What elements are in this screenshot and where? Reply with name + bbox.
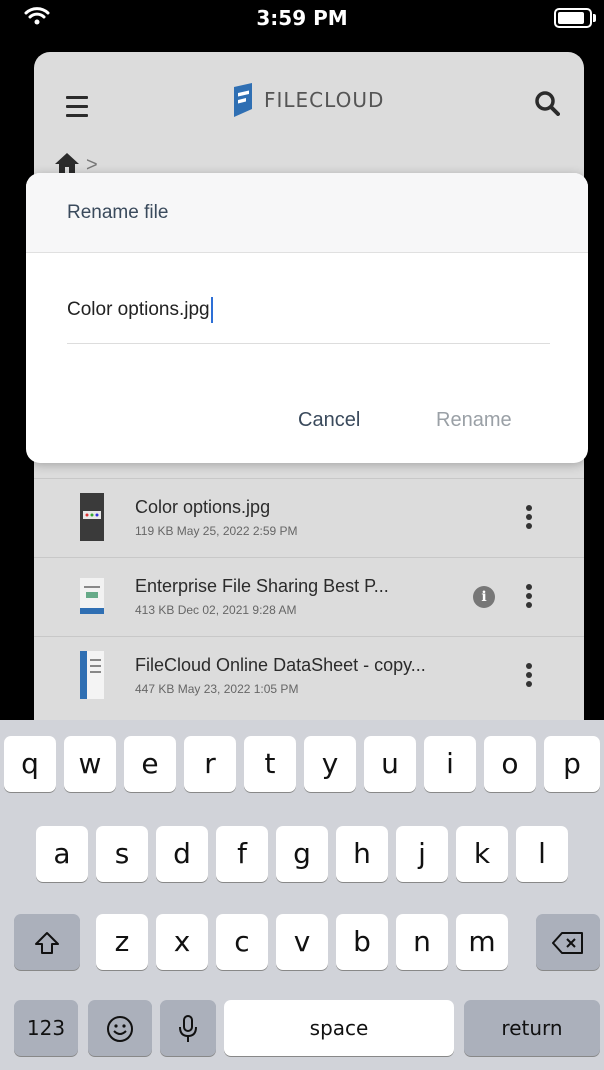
key-x[interactable]: x xyxy=(156,914,208,970)
space-key[interactable]: space xyxy=(224,1000,454,1056)
file-thumbnail xyxy=(80,651,104,699)
key-v[interactable]: v xyxy=(276,914,328,970)
key-s[interactable]: s xyxy=(96,826,148,882)
numbers-key[interactable]: 123 xyxy=(14,1000,78,1056)
file-name: FileCloud Online DataSheet - copy... xyxy=(135,655,426,675)
more-options-icon[interactable] xyxy=(526,505,534,532)
list-item[interactable]: Enterprise File Sharing Best P... 413 KB… xyxy=(34,557,584,636)
emoji-icon xyxy=(107,1016,133,1042)
return-key[interactable]: return xyxy=(464,1000,600,1056)
dialog-title: Rename file xyxy=(67,202,169,223)
file-name: Enterprise File Sharing Best P... xyxy=(135,576,389,596)
status-bar: 3:59 PM xyxy=(0,0,604,44)
shift-key[interactable] xyxy=(14,914,80,970)
key-y[interactable]: y xyxy=(304,736,356,792)
key-z[interactable]: z xyxy=(96,914,148,970)
text-caret xyxy=(210,297,213,323)
search-icon[interactable] xyxy=(534,90,560,121)
logo-text: FILECLOUD xyxy=(264,88,385,112)
menu-icon[interactable] xyxy=(66,96,88,123)
key-j[interactable]: j xyxy=(396,826,448,882)
emoji-key[interactable] xyxy=(88,1000,152,1056)
file-meta: 447 KB May 23, 2022 1:05 PM xyxy=(135,682,299,696)
key-g[interactable]: g xyxy=(276,826,328,882)
status-time: 3:59 PM xyxy=(256,6,348,30)
filename-input[interactable]: Color options.jpg xyxy=(67,297,550,344)
file-thumbnail xyxy=(80,572,104,620)
key-p[interactable]: p xyxy=(544,736,600,792)
filecloud-logo: FILECLOUD xyxy=(228,83,384,117)
list-item[interactable]: FileCloud Online DataSheet - copy... 447… xyxy=(34,636,584,715)
file-thumbnail xyxy=(80,493,104,541)
filename-input-value: Color options.jpg xyxy=(67,299,210,321)
key-e[interactable]: e xyxy=(124,736,176,792)
key-a[interactable]: a xyxy=(36,826,88,882)
key-q[interactable]: q xyxy=(4,736,56,792)
key-n[interactable]: n xyxy=(396,914,448,970)
key-k[interactable]: k xyxy=(456,826,508,882)
key-c[interactable]: c xyxy=(216,914,268,970)
key-i[interactable]: i xyxy=(424,736,476,792)
rename-button[interactable]: Rename xyxy=(436,409,512,432)
file-list: Color options.jpg 119 KB May 25, 2022 2:… xyxy=(34,478,584,715)
key-f[interactable]: f xyxy=(216,826,268,882)
key-b[interactable]: b xyxy=(336,914,388,970)
key-d[interactable]: d xyxy=(156,826,208,882)
key-w[interactable]: w xyxy=(64,736,116,792)
filecloud-logo-icon xyxy=(234,83,252,117)
key-u[interactable]: u xyxy=(364,736,416,792)
backspace-icon xyxy=(552,932,583,954)
cancel-button[interactable]: Cancel xyxy=(298,409,360,432)
microphone-icon xyxy=(179,1015,197,1042)
rename-dialog: Rename file Color options.jpg Cancel Ren… xyxy=(26,173,588,463)
battery-icon xyxy=(554,8,596,28)
keyboard: q w e r t y u i o p a s d f g h j k l z … xyxy=(0,720,604,1070)
shift-icon xyxy=(35,932,59,954)
list-item[interactable]: Color options.jpg 119 KB May 25, 2022 2:… xyxy=(34,478,584,557)
delete-key[interactable] xyxy=(536,914,600,970)
dictation-key[interactable] xyxy=(160,1000,216,1056)
key-h[interactable]: h xyxy=(336,826,388,882)
key-o[interactable]: o xyxy=(484,736,536,792)
info-icon[interactable]: i xyxy=(473,586,495,608)
file-meta: 413 KB Dec 02, 2021 9:28 AM xyxy=(135,603,297,617)
more-options-icon[interactable] xyxy=(526,663,534,690)
key-l[interactable]: l xyxy=(516,826,568,882)
file-name: Color options.jpg xyxy=(135,497,271,517)
key-r[interactable]: r xyxy=(184,736,236,792)
key-m[interactable]: m xyxy=(456,914,508,970)
file-meta: 119 KB May 25, 2022 2:59 PM xyxy=(135,524,298,538)
key-t[interactable]: t xyxy=(244,736,296,792)
more-options-icon[interactable] xyxy=(526,584,534,611)
